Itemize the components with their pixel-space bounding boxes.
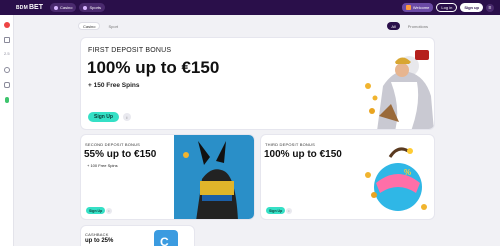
tab-casino[interactable]: Casino — [78, 22, 101, 30]
third-info-button[interactable]: i — [286, 208, 292, 214]
live-icon[interactable] — [5, 97, 9, 103]
promo-tabs: Casino Sport — [78, 22, 122, 30]
promo-filters: All Promotions — [387, 22, 432, 30]
svg-text:%: % — [404, 168, 411, 177]
left-rail: 2.5 — [0, 15, 14, 246]
card-headline: 100% up to €150 — [264, 149, 342, 160]
signup-button[interactable]: Sign up — [460, 3, 483, 12]
second-deposit-card[interactable]: SECOND DEPOSIT BONUS 55% up to €150 + 10… — [80, 134, 255, 220]
filter-all[interactable]: All — [387, 22, 400, 30]
nav-casino-label: Casino — [60, 5, 73, 10]
card-subline: + 150 Free Spins — [88, 82, 140, 89]
second-info-button[interactable]: i — [106, 208, 112, 214]
card-kicker: THIRD DEPOSIT BONUS — [265, 142, 315, 147]
numbers-icon[interactable]: 2.5 — [4, 51, 10, 57]
card-headline: 100% up to €150 — [87, 58, 220, 77]
zeus-illustration — [365, 50, 434, 129]
casino-icon — [54, 5, 58, 10]
sports-icon — [83, 5, 88, 10]
card-headline: 55% up to €150 — [84, 149, 157, 160]
bomb-illustration: % — [365, 147, 427, 211]
header-actions: Welcome Log in Sign up ≡ — [401, 3, 494, 12]
logo-mark: BDM — [16, 4, 28, 11]
first-deposit-card[interactable]: FIRST DEPOSIT BONUS 100% up to €150 + 15… — [80, 37, 435, 130]
nav-sports-label: Sports — [89, 5, 102, 10]
top-bar: BDM BET Casino Sports Welcome Log in Sig… — [0, 0, 500, 15]
top-nav: Casino Sports — [50, 3, 106, 12]
third-deposit-card[interactable]: THIRD DEPOSIT BONUS 100% up to €150 Sign… — [260, 134, 435, 220]
tab-sport[interactable]: Sport — [104, 22, 122, 30]
welcome-promo-button[interactable]: Welcome — [401, 3, 434, 12]
hot-games-icon[interactable] — [4, 22, 10, 28]
logo-text: BET — [29, 4, 43, 11]
login-button[interactable]: Log in — [436, 3, 458, 12]
third-signup-button[interactable]: Sign Up — [266, 207, 286, 214]
gift-icon — [405, 5, 411, 10]
menu-icon[interactable]: ≡ — [486, 3, 494, 12]
site-logo[interactable]: BDM BET — [16, 3, 43, 12]
gamepad-icon[interactable] — [4, 82, 10, 88]
card-headline: up to 25% — [85, 238, 114, 244]
slots-icon[interactable] — [4, 37, 10, 43]
svg-text:C: C — [160, 235, 169, 246]
nav-sports[interactable]: Sports — [79, 3, 106, 12]
hero-signup-button[interactable]: Sign Up — [88, 112, 119, 122]
filter-promotions[interactable]: Promotions — [404, 22, 432, 30]
card-subline: + 100 Free Spins — [87, 163, 118, 168]
welcome-label: Welcome — [412, 5, 430, 10]
card-kicker: FIRST DEPOSIT BONUS — [88, 47, 172, 54]
card-kicker: SECOND DEPOSIT BONUS — [85, 142, 141, 147]
cashback-illustration: C — [154, 230, 178, 246]
hero-info-button[interactable]: i — [123, 113, 131, 121]
nav-casino[interactable]: Casino — [50, 3, 77, 12]
roulette-icon[interactable] — [4, 67, 10, 73]
card-kicker: CASHBACK — [85, 232, 109, 237]
anubis-illustration — [174, 135, 254, 219]
second-signup-button[interactable]: Sign Up — [86, 207, 106, 214]
cashback-card[interactable]: CASHBACK up to 25% C — [80, 225, 195, 246]
